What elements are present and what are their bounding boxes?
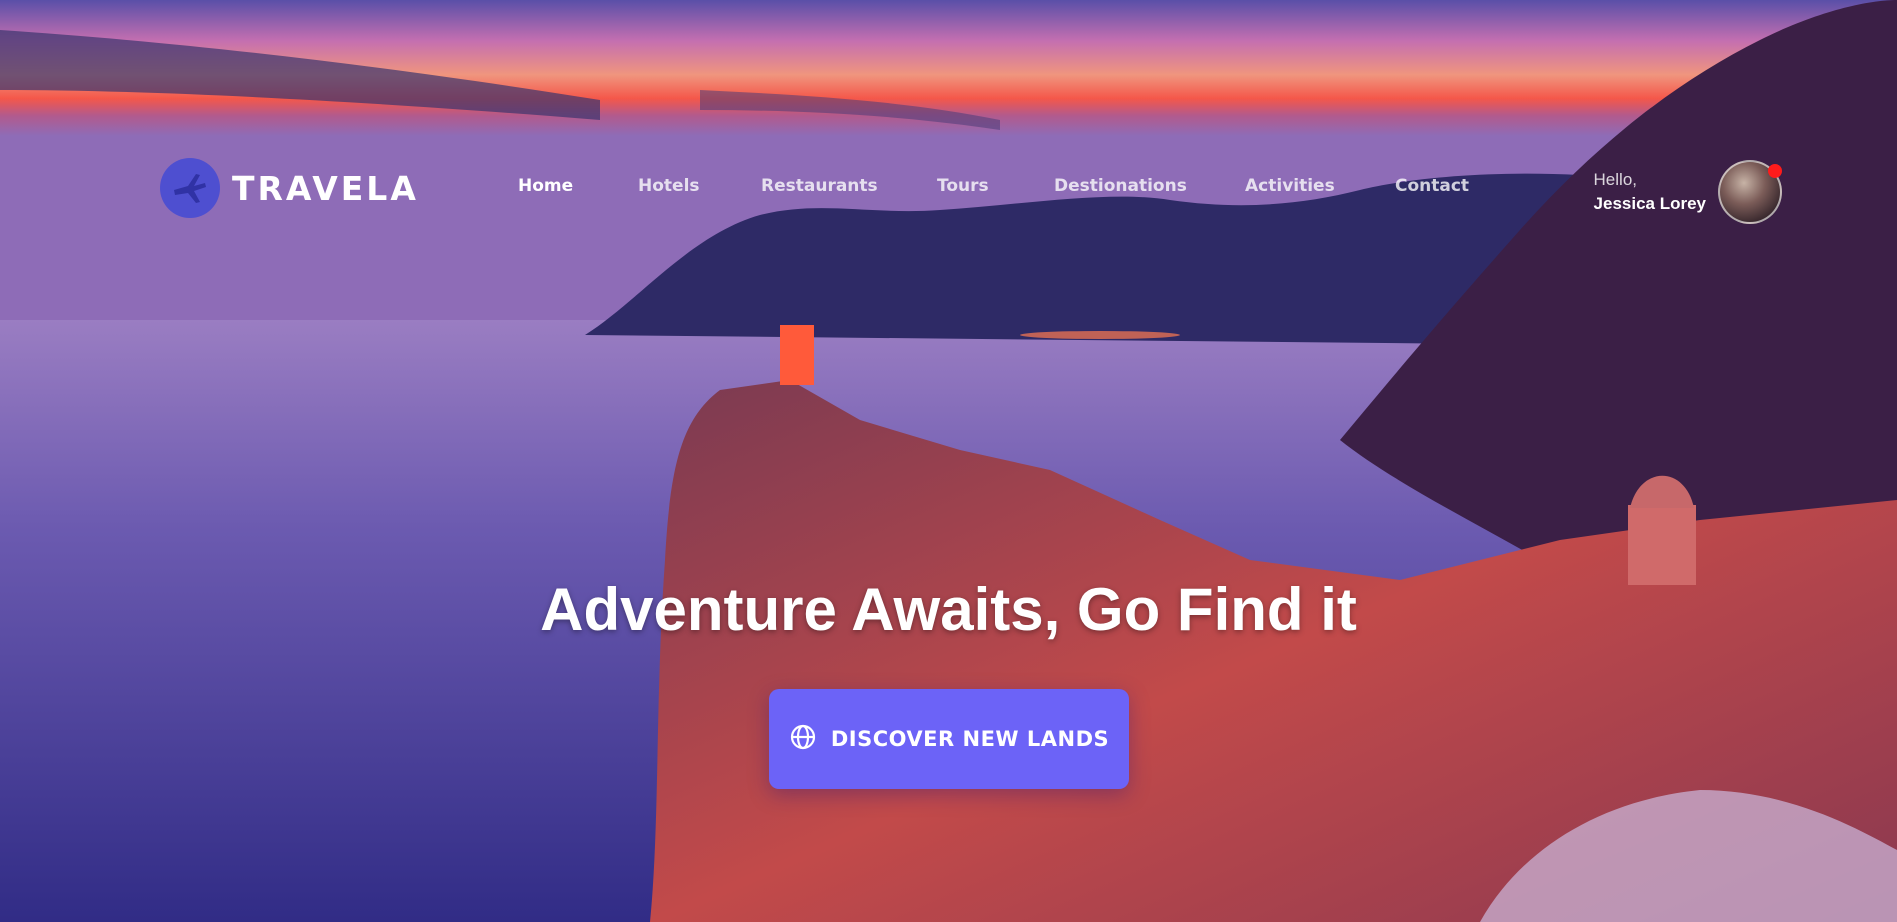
nav-item-restaurants[interactable]: Restaurants bbox=[761, 176, 878, 196]
hero-headline: Adventure Awaits, Go Find it bbox=[540, 576, 1357, 643]
avatar[interactable] bbox=[1718, 160, 1782, 224]
nav-item-destinations[interactable]: Destionations bbox=[1054, 176, 1187, 196]
globe-icon bbox=[789, 723, 817, 756]
user-name: Jessica Lorey bbox=[1593, 194, 1706, 213]
user-info: Hello, Jessica Lorey bbox=[1594, 168, 1706, 216]
discover-new-lands-button[interactable]: DISCOVER NEW LANDS bbox=[769, 689, 1129, 789]
user-menu[interactable]: Hello, Jessica Lorey bbox=[1594, 160, 1782, 224]
notification-dot bbox=[1768, 164, 1782, 178]
user-greeting: Hello, bbox=[1593, 170, 1637, 189]
nav-item-activities[interactable]: Activities bbox=[1245, 176, 1335, 196]
nav-item-contact[interactable]: Contact bbox=[1395, 176, 1469, 196]
nav-item-home[interactable]: Home bbox=[518, 176, 573, 196]
cta-label: DISCOVER NEW LANDS bbox=[830, 727, 1110, 751]
nav-item-hotels[interactable]: Hotels bbox=[638, 176, 700, 196]
nav-item-tours[interactable]: Tours bbox=[937, 176, 989, 196]
